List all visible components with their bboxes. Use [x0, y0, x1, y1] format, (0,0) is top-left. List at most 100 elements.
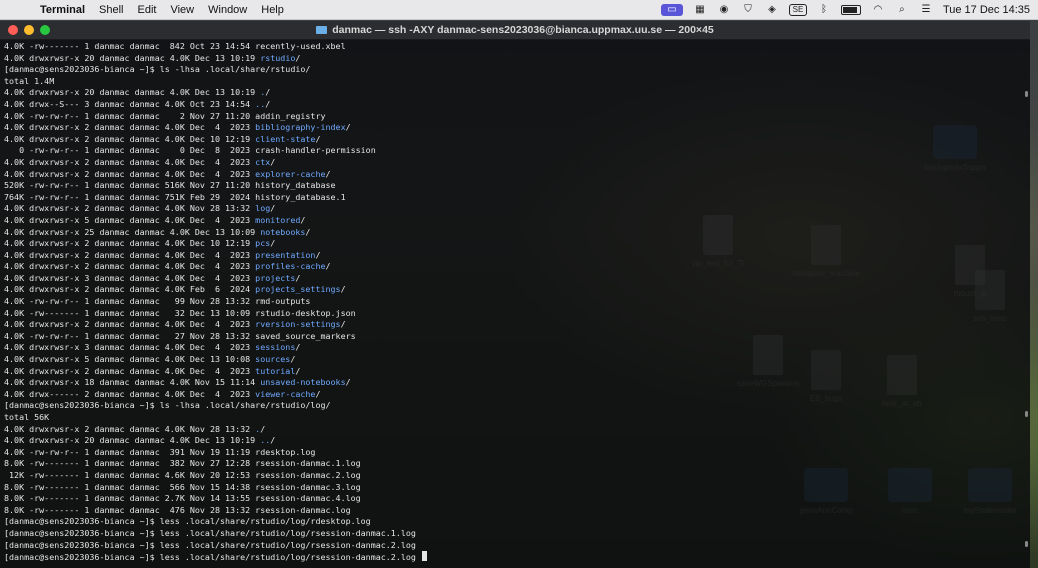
terminal-line: 4.0K -rw------- 1 danmac danmac 842 Oct … — [4, 41, 1030, 53]
terminal-text: 4.0K drwxrwsr-x 20 danmac danmac 4.0K De… — [4, 435, 261, 446]
terminal-text: 4.0K drwxrwsr-x 20 danmac danmac 4.0K De… — [4, 87, 261, 98]
scrollbar-thumb[interactable] — [1025, 91, 1028, 97]
terminal-text: 4.0K -rw------- 1 danmac danmac 842 Oct … — [4, 41, 346, 51]
directory-name: pcs — [255, 238, 271, 249]
terminal-line: 8.0K -rw------- 1 danmac danmac 566 Nov … — [4, 482, 1030, 494]
terminal-text: / — [295, 52, 301, 63]
menu-shell[interactable]: Shell — [99, 4, 123, 16]
shield-icon[interactable]: ⛉ — [741, 4, 755, 16]
search-icon[interactable]: ⌕ — [895, 4, 909, 16]
terminal-line: 0 -rw-rw-r-- 1 danmac danmac 0 Dec 8 202… — [4, 145, 1030, 157]
terminal-text: 4.0K drwxrwsr-x 2 danmac danmac 4.0K Nov… — [4, 423, 256, 434]
directory-name: rstudio — [260, 52, 296, 63]
terminal-text: 4.0K drwxrwsr-x 2 danmac danmac 4.0K Dec… — [4, 261, 256, 272]
menu-bar: Terminal Shell Edit View Window Help ▭ ▦… — [0, 0, 1038, 20]
terminal-line: [danmac@sens2023036-bianca ~]$ less .loc… — [4, 528, 1030, 540]
terminal-line: 4.0K -rw-rw-r-- 1 danmac danmac 2 Nov 27… — [4, 111, 1030, 123]
terminal-text: / — [340, 284, 346, 295]
terminal-text: / — [270, 238, 276, 249]
terminal-line: [danmac@sens2023036-bianca ~]$ less .loc… — [4, 551, 1030, 563]
menu-window[interactable]: Window — [208, 4, 247, 16]
terminal-line: 4.0K drwxrwsr-x 25 danmac danmac 4.0K De… — [4, 227, 1030, 239]
folder-icon — [316, 26, 328, 34]
menu-view[interactable]: View — [170, 4, 194, 16]
terminal-text: 8.0K -rw------- 1 danmac danmac 476 Nov … — [4, 504, 351, 515]
terminal-text: 4.0K drwxrwsr-x 2 danmac danmac 4.0K Dec… — [4, 122, 256, 133]
terminal-text: / — [315, 249, 321, 260]
terminal-text: 764K -rw-rw-r-- 1 danmac danmac 751K Feb… — [4, 191, 346, 202]
terminal-text: 4.0K drwxrwsr-x 2 danmac danmac 4.0K Dec… — [4, 238, 256, 249]
keyboard-icon[interactable]: SE — [788, 3, 807, 16]
directory-name: ctx — [255, 156, 271, 167]
terminal-line: [danmac@sens2023036-bianca ~]$ ls -lhsa … — [4, 64, 1030, 76]
terminal-line: 4.0K drwxrwsr-x 2 danmac danmac 4.0K Nov… — [4, 424, 1030, 436]
directory-name: monitored — [255, 214, 301, 225]
terminal-text: / — [270, 435, 276, 446]
scrollbar-thumb[interactable] — [1025, 411, 1028, 417]
terminal-text: 4.0K -rw-rw-r-- 1 danmac danmac 391 Nov … — [4, 446, 316, 457]
menu-help[interactable]: Help — [261, 4, 284, 16]
scrollbar[interactable] — [1024, 51, 1028, 559]
menu-terminal[interactable]: Terminal — [40, 4, 85, 16]
terminal-text: total 56K — [4, 412, 50, 422]
terminal-line: 4.0K -rw------- 1 danmac danmac 32 Dec 1… — [4, 308, 1030, 320]
terminal-text: / — [340, 319, 346, 330]
wifi-icon[interactable]: ◠ — [871, 4, 885, 16]
terminal-text: 4.0K -rw-rw-r-- 1 danmac danmac 2 Nov 27… — [4, 110, 326, 121]
minimize-button[interactable] — [24, 25, 34, 35]
terminal-line: 4.0K drwxrwsr-x 2 danmac danmac 4.0K Nov… — [4, 203, 1030, 215]
window-title-text: danmac — ssh -AXY danmac-sens2023036@bia… — [332, 24, 714, 36]
vpn-icon[interactable]: ◈ — [765, 4, 779, 16]
terminal-text: 4.0K drwxrwsr-x 5 danmac danmac 4.0K Dec… — [4, 214, 256, 225]
terminal-text: / — [265, 98, 271, 109]
terminal-line: 4.0K drwxrwsr-x 2 danmac danmac 4.0K Feb… — [4, 284, 1030, 296]
terminal-line: 4.0K drwxrwsr-x 3 danmac danmac 4.0K Dec… — [4, 273, 1030, 285]
terminal-line: 4.0K drwxrwsr-x 18 danmac danmac 4.0K No… — [4, 377, 1030, 389]
control-center-icon[interactable]: ☰ — [919, 4, 933, 16]
terminal-line: 4.0K -rw-rw-r-- 1 danmac danmac 27 Nov 2… — [4, 331, 1030, 343]
terminal-text: 4.0K drwxrwsr-x 2 danmac danmac 4.0K Dec… — [4, 168, 256, 179]
scrollbar-thumb[interactable] — [1025, 541, 1028, 547]
directory-name: tutorial — [255, 365, 296, 376]
terminal-text: / — [315, 388, 321, 399]
terminal-output[interactable]: 4.0K -rw------- 1 danmac danmac 842 Oct … — [0, 40, 1030, 563]
terminal-text: total 1.4M — [4, 75, 55, 86]
window-titlebar[interactable]: danmac — ssh -AXY danmac-sens2023036@bia… — [0, 21, 1030, 40]
text-cursor — [421, 551, 427, 562]
grid-icon[interactable]: ▦ — [693, 4, 707, 16]
battery-icon[interactable] — [840, 4, 861, 15]
terminal-text: 4.0K -rw-rw-r-- 1 danmac danmac 27 Nov 2… — [4, 330, 356, 341]
terminal-line: 4.0K drwxrwsr-x 3 danmac danmac 4.0K Dec… — [4, 342, 1030, 354]
menu-clock[interactable]: Tue 17 Dec 14:35 — [943, 4, 1030, 16]
terminal-line: 4.0K drwxrwsr-x 2 danmac danmac 4.0K Dec… — [4, 319, 1030, 331]
terminal-line: 4.0K drwxrwsr-x 20 danmac danmac 4.0K De… — [4, 435, 1030, 447]
terminal-text: / — [270, 156, 276, 167]
directory-name: viewer-cache — [255, 388, 316, 399]
menu-edit[interactable]: Edit — [138, 4, 157, 16]
terminal-text: 4.0K drwxrwsr-x 2 danmac danmac 4.0K Feb… — [4, 284, 256, 295]
terminal-line: 4.0K drwxrwsr-x 5 danmac danmac 4.0K Dec… — [4, 354, 1030, 366]
close-button[interactable] — [8, 25, 18, 35]
directory-name: notebooks — [260, 226, 306, 237]
terminal-text: 4.0K -rw------- 1 danmac danmac 32 Dec 1… — [4, 307, 356, 318]
terminal-text: 4.0K drwx------ 2 danmac danmac 4.0K Dec… — [4, 388, 256, 399]
terminal-text: 4.0K drwxrwsr-x 3 danmac danmac 4.0K Dec… — [4, 342, 256, 353]
terminal-line: 764K -rw-rw-r-- 1 danmac danmac 751K Feb… — [4, 192, 1030, 204]
terminal-line: 4.0K drwx--S--- 3 danmac danmac 4.0K Oct… — [4, 99, 1030, 111]
terminal-text: / — [300, 214, 306, 225]
zoom-button[interactable] — [40, 25, 50, 35]
screen-share-icon[interactable]: ▭ — [660, 3, 683, 16]
terminal-line: 8.0K -rw------- 1 danmac danmac 382 Nov … — [4, 458, 1030, 470]
terminal-line: 4.0K drwxrwsr-x 2 danmac danmac 4.0K Dec… — [4, 169, 1030, 181]
bluetooth-icon[interactable]: ᛒ — [817, 4, 831, 16]
terminal-line: [danmac@sens2023036-bianca ~]$ ls -lhsa … — [4, 400, 1030, 412]
terminal-window[interactable]: danmac — ssh -AXY danmac-sens2023036@bia… — [0, 21, 1030, 568]
directory-name: client-state — [255, 133, 316, 144]
terminal-text: [danmac@sens2023036-bianca ~]$ ls -lhsa … — [4, 64, 311, 75]
terminal-line: 4.0K drwxrwsr-x 2 danmac danmac 4.0K Dec… — [4, 134, 1030, 146]
terminal-text: [danmac@sens2023036-bianca ~]$ less .loc… — [4, 552, 416, 563]
record-icon[interactable]: ◉ — [717, 4, 731, 16]
terminal-text: 4.0K drwxrwsr-x 2 danmac danmac 4.0K Nov… — [4, 203, 256, 214]
terminal-line: 4.0K -rw-rw-r-- 1 danmac danmac 99 Nov 2… — [4, 296, 1030, 308]
terminal-text: 12K -rw------- 1 danmac danmac 4.6K Nov … — [4, 469, 361, 480]
